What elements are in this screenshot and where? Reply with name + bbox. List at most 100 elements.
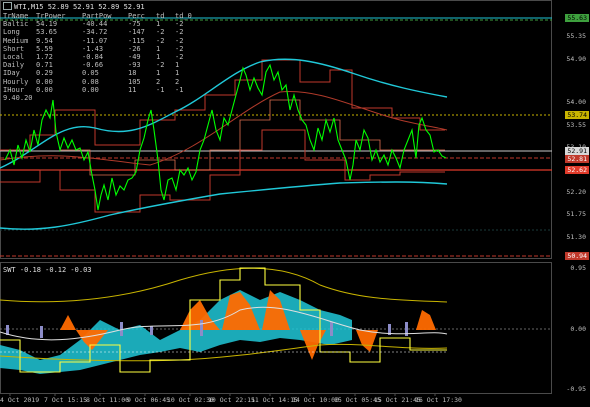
- col-header: TrName: [3, 12, 29, 20]
- table-row: Medium 9.54 -11.07 -115 -2 -2: [3, 37, 195, 45]
- cell: Daily: [3, 61, 25, 70]
- symbol-quote: WTI,M15 52.89 52.91 52.89 52.91: [14, 3, 145, 11]
- table-row: Baltic 54.19 -40.44 -75 1 -2: [3, 20, 195, 28]
- indicator-level: 0.00: [570, 325, 586, 333]
- chart-window-icon: [3, 2, 12, 10]
- time-label: 9 Oct 06:45: [127, 396, 171, 404]
- cell: -147: [128, 28, 145, 37]
- price-badge-yellow: 53.74: [565, 111, 589, 119]
- cell: 18: [128, 69, 137, 78]
- cell: 11: [128, 85, 137, 94]
- price-badge-support: 52.62: [565, 166, 589, 174]
- price-label: 55.35: [566, 32, 586, 40]
- cell: 1: [156, 53, 161, 62]
- price-badge-bid: 52.91: [565, 147, 589, 155]
- price-badge-red: 52.81: [565, 155, 589, 163]
- time-label: 10 Oct 22:15: [208, 396, 255, 404]
- cell: Short: [3, 44, 25, 53]
- cell: 5.59: [36, 44, 53, 53]
- time-label: 8 Oct 11:00: [86, 396, 130, 404]
- cell: -2: [175, 20, 184, 29]
- cell: -2: [156, 36, 165, 45]
- table-row: Local 1.72 -0.84 -49 1 -2: [3, 53, 195, 61]
- col-header: TrPower: [36, 12, 66, 20]
- cell: Long: [3, 28, 20, 37]
- cell: -2: [175, 28, 184, 37]
- cell: -40.44: [82, 20, 108, 29]
- cell: 54.19: [36, 20, 58, 29]
- cell: -49: [128, 53, 141, 62]
- cell: 2: [175, 77, 180, 86]
- cell: -34.72: [82, 28, 108, 37]
- cell: 1: [175, 61, 180, 70]
- table-footer: 9.40.20: [3, 94, 195, 102]
- cell: Medium: [3, 36, 29, 45]
- time-label: 15 Oct 21:45: [374, 396, 421, 404]
- cell: 1: [156, 44, 161, 53]
- price-badge-low: 50.94: [565, 252, 589, 260]
- cell: 9.54: [36, 36, 53, 45]
- cell: 0.71: [36, 61, 53, 70]
- lower-ma-curve: [0, 181, 448, 230]
- price-badge-resistance: 55.63: [565, 14, 589, 22]
- cell: -2: [175, 36, 184, 45]
- cell: -93: [128, 61, 141, 70]
- cell: 1: [175, 69, 180, 78]
- osc-fill-area: [0, 290, 352, 374]
- table-row: IHour 0.00 0.00 11 -1 -1: [3, 86, 195, 94]
- table-row: Long 53.65 -34.72 -147 -2 -2: [3, 28, 195, 36]
- col-header: PartPow: [82, 12, 112, 20]
- cell: 105: [128, 77, 141, 86]
- cell: 1: [156, 20, 161, 29]
- lower-trend-steps: [0, 129, 445, 213]
- time-label: 7 Oct 15:15: [44, 396, 88, 404]
- price-label: 54.90: [566, 55, 586, 63]
- cell: 0.05: [82, 69, 99, 78]
- cell: 0.00: [82, 85, 99, 94]
- cell: -2: [175, 53, 184, 62]
- cell: -2: [175, 44, 184, 53]
- indicator-level: -0.95: [566, 385, 586, 393]
- time-label: 16 Oct 17:30: [415, 396, 462, 404]
- cell: 2: [156, 77, 161, 86]
- time-label: 14 Oct 10:00: [292, 396, 339, 404]
- cell: IHour: [3, 85, 25, 94]
- cell: -11.07: [82, 36, 108, 45]
- slow-ma-curve: [0, 91, 448, 166]
- cell: Baltic: [3, 20, 29, 29]
- cell: -26: [128, 44, 141, 53]
- cell: -2: [156, 28, 165, 37]
- table-row: Short 5.59 -1.43 -26 1 -2: [3, 45, 195, 53]
- cell: -2: [156, 61, 165, 70]
- table-header: TrName TrPower PartPow Perc td td_0: [3, 12, 195, 20]
- price-label: 52.20: [566, 188, 586, 196]
- cell: -0.66: [82, 61, 104, 70]
- price-label: 53.55: [566, 121, 586, 129]
- table-row: Hourly 0.00 0.08 105 2 2: [3, 78, 195, 86]
- time-label: 11 Oct 14:15: [251, 396, 298, 404]
- cell: -1: [156, 85, 165, 94]
- price-label: 54.00: [566, 98, 586, 106]
- cell: 1.72: [36, 53, 53, 62]
- col-header: Perc: [128, 12, 145, 20]
- indicator-level: 0.95: [570, 264, 586, 272]
- col-header: td_0: [175, 12, 192, 20]
- trend-table: TrName TrPower PartPow Perc td td_0 Balt…: [3, 12, 195, 102]
- table-row: Daily 0.71 -0.66 -93 -2 1: [3, 61, 195, 69]
- time-label: 10 Oct 02:30: [167, 396, 214, 404]
- col-header: td: [156, 12, 165, 20]
- cell: 0.00: [36, 77, 53, 86]
- cell: -1.43: [82, 44, 104, 53]
- cell: -75: [128, 20, 141, 29]
- price-label: 51.75: [566, 210, 586, 218]
- cell: -115: [128, 36, 145, 45]
- table-row: IDay 0.29 0.05 18 1 1: [3, 69, 195, 77]
- chart-header: WTI,M15 52.89 52.91 52.89 52.91: [3, 2, 145, 11]
- cell: Local: [3, 53, 25, 62]
- cell: -0.84: [82, 53, 104, 62]
- cell: 0.00: [36, 85, 53, 94]
- cell: IDay: [3, 69, 20, 78]
- cell: 1: [156, 69, 161, 78]
- indicator-title: SWT -0.18 -0.12 -0.03: [3, 266, 92, 274]
- time-label: 4 Oct 2019: [0, 396, 40, 404]
